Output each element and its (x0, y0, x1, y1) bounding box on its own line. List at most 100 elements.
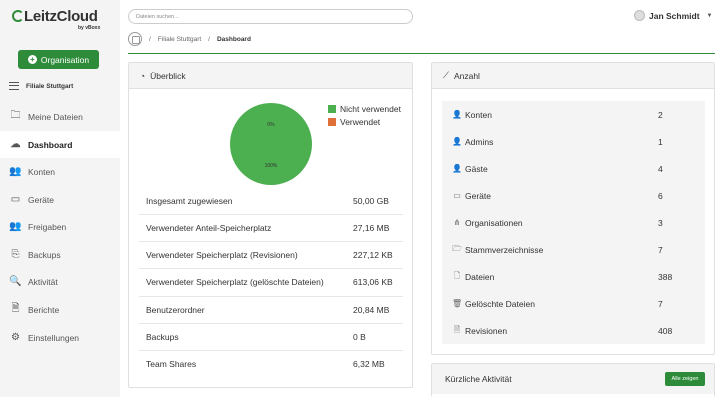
activity-title: Kürzliche Aktivität (445, 374, 512, 384)
overview-row: Verwendeter Speicherplatz (Revisionen) 22… (139, 241, 403, 268)
breadcrumb-separator: / (149, 35, 151, 43)
sidebar-item-freigaben[interactable]: 👥 Freigaben (0, 213, 120, 240)
avatar (634, 10, 645, 21)
row-value: 20,84 MB (353, 305, 390, 315)
cloud-icon: ☁ (10, 139, 21, 150)
revision-icon: 🗎 (453, 324, 461, 334)
caret-down-icon: ▼ (706, 12, 713, 19)
search-input[interactable] (128, 9, 413, 24)
logo[interactable]: LeitzCloud by vBoxx (12, 8, 112, 34)
counts-panel: ⟋ Anzahl 👤 Konten 2 👤 Admins 1 👤 Gäste 4 ▭ Gerä… (431, 62, 715, 355)
counts-title: Anzahl (453, 70, 480, 81)
admin-icon: 👤 (452, 137, 462, 146)
count-row: 👤 Konten 2 (442, 101, 705, 128)
row-key: Dateien (465, 271, 495, 282)
sidebar-item-einstellungen[interactable]: ⚙ Einstellungen (0, 324, 120, 351)
user-icon: 👤 (452, 110, 462, 119)
pie-label-bottom: 100% (265, 163, 278, 169)
row-value: 7 (658, 298, 663, 309)
logo-text: LeitzCloud (24, 8, 98, 25)
sidebar-item-backups[interactable]: ⎘ Backups (0, 241, 120, 268)
logo-icon (12, 10, 24, 22)
folder-open-icon: 🗁 (452, 243, 462, 253)
sidebar-item-konten[interactable]: 👥 Konten (0, 158, 120, 185)
line-chart-icon: ⟋ (443, 70, 449, 80)
row-key: Backups (146, 332, 179, 342)
row-key: Revisionen (465, 325, 508, 336)
row-value: 408 (658, 325, 673, 336)
row-key: Verwendeter Speicherplatz (gelöschte Dat… (146, 277, 324, 287)
count-row: 👤 Admins 1 (442, 128, 705, 155)
home-icon[interactable] (128, 32, 142, 46)
row-key: Insgesamt zugewiesen (146, 195, 233, 206)
row-key: Geräte (465, 190, 491, 201)
pie-chart-icon: ◔ (140, 70, 146, 81)
filiale-label: Filiale Stuttgart (26, 82, 74, 90)
overview-row: Backups 0 B (139, 323, 403, 350)
device-icon: ▭ (453, 191, 461, 200)
org-icon: ⋔ (453, 218, 461, 227)
file-icon: 🗋 (453, 270, 461, 280)
legend-item-unused: Nicht verwendet (328, 102, 401, 115)
pie-legend: Nicht verwendet Verwendet (328, 102, 401, 128)
count-row: ▭ Geräte 6 (442, 182, 705, 209)
breadcrumb-filiale[interactable]: Filiale Stuttgart (158, 36, 201, 43)
user-menu[interactable]: Jan Schmidt ▼ (634, 10, 713, 21)
organisation-button[interactable]: + Organisation (18, 50, 99, 69)
count-row: 🗋 Dateien 388 (442, 263, 705, 290)
trash-icon: 🗑 (452, 299, 463, 308)
row-value: 1 (658, 136, 663, 147)
sidebar-item-aktivitaet[interactable]: 🔍 Aktivität (0, 268, 120, 295)
row-value: 50,00 GB (353, 195, 389, 206)
sidebar-item-label: Konten (28, 166, 55, 177)
pie-slice-unused (230, 103, 312, 185)
row-value: 3 (658, 217, 663, 228)
folder-icon: 🗀 (10, 110, 21, 121)
row-value: 0 B (353, 332, 366, 342)
row-value: 388 (658, 271, 673, 282)
divider (128, 53, 715, 54)
sidebar-item-dashboard[interactable]: ☁ Dashboard (0, 131, 120, 158)
overview-title: Überblick (150, 70, 186, 81)
menu-icon[interactable] (9, 82, 19, 90)
count-row: 🗎 Revisionen 408 (442, 317, 705, 344)
users-icon: 👥 (9, 166, 22, 177)
activity-icon: 🔍 (9, 276, 22, 287)
sidebar-item-label: Meine Dateien (28, 111, 83, 122)
gear-icon: ⚙ (11, 332, 20, 343)
overview-row: Benutzerordner 20,84 MB (139, 296, 403, 323)
row-key: Stammverzeichnisse (465, 244, 544, 255)
row-value: 6 (658, 190, 663, 201)
row-key: Verwendeter Anteil-Speicherplatz (146, 223, 272, 233)
row-value: 2 (658, 109, 663, 120)
overview-panel: ◔ Überblick 0% 100% Nicht verwendet Verw… (128, 62, 413, 388)
row-key: Konten (465, 109, 492, 120)
sidebar-item-berichte[interactable]: 🗎 Berichte (0, 296, 120, 323)
sidebar-item-label: Geräte (28, 194, 54, 205)
count-row: 🗁 Stammverzeichnisse 7 (442, 236, 705, 263)
sidebar-item-geraete[interactable]: ▭ Geräte (0, 186, 120, 213)
row-key: Admins (465, 136, 494, 147)
legend-swatch (328, 117, 336, 126)
sidebar: LeitzCloud by vBoxx + Organisation Filia… (0, 0, 120, 397)
row-value: 227,12 KB (353, 250, 393, 260)
sidebar-item-label: Einstellungen (28, 332, 80, 343)
usage-pie-chart: 0% 100% (230, 103, 312, 185)
row-value: 7 (658, 244, 663, 255)
row-key: Gelöschte Dateien (465, 298, 535, 309)
sidebar-item-label: Dashboard (28, 139, 73, 150)
overview-row: Verwendeter Anteil-Speicherplatz 27,16 MB (139, 214, 403, 241)
plus-icon: + (27, 55, 37, 64)
row-value: 27,16 MB (353, 223, 390, 233)
pie-label-top: 0% (267, 122, 275, 128)
count-row: 👤 Gäste 4 (442, 155, 705, 182)
monitor-icon: ▭ (10, 194, 21, 205)
counts-header: ⟋ Anzahl (432, 63, 714, 89)
filiale-selector[interactable]: Filiale Stuttgart (9, 82, 73, 90)
legend-swatch (328, 104, 336, 113)
show-all-button[interactable]: Alle zeigen (665, 372, 705, 386)
legend-label: Verwendet (340, 116, 381, 127)
sidebar-item-meine-dateien[interactable]: 🗀 Meine Dateien (0, 103, 120, 130)
report-icon: 🗎 (11, 303, 20, 314)
overview-row: Insgesamt zugewiesen 50,00 GB (139, 187, 403, 214)
